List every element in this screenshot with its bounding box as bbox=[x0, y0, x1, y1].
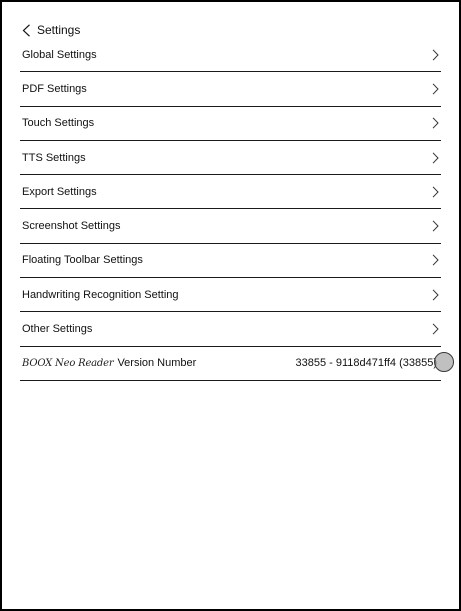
settings-item-floating-toolbar[interactable]: Floating Toolbar Settings bbox=[20, 244, 441, 279]
settings-item-pdf[interactable]: PDF Settings bbox=[20, 72, 441, 107]
settings-list: Global Settings PDF Settings Touch Setti… bbox=[20, 38, 454, 381]
app-brand-name: BOOX Neo Reader bbox=[22, 357, 114, 369]
settings-item-label: Touch Settings bbox=[22, 117, 95, 130]
version-value: 33855 - 9118d471ff4 (33855) bbox=[295, 357, 438, 370]
page-title: Settings bbox=[37, 23, 81, 37]
settings-item-other[interactable]: Other Settings bbox=[20, 312, 441, 347]
chevron-right-icon bbox=[432, 289, 439, 301]
settings-item-label: Global Settings bbox=[22, 48, 97, 61]
settings-item-label: Handwriting Recognition Setting bbox=[22, 288, 179, 301]
version-label: Version Number bbox=[117, 357, 197, 370]
chevron-right-icon bbox=[432, 323, 439, 335]
settings-item-tts[interactable]: TTS Settings bbox=[20, 141, 441, 176]
touch-point-indicator bbox=[434, 352, 454, 373]
settings-item-export[interactable]: Export Settings bbox=[20, 175, 441, 210]
settings-item-touch[interactable]: Touch Settings bbox=[20, 107, 441, 141]
chevron-right-icon bbox=[432, 186, 439, 198]
chevron-right-icon bbox=[432, 220, 439, 232]
chevron-right-icon bbox=[432, 117, 439, 129]
settings-item-label: Other Settings bbox=[22, 323, 93, 336]
settings-item-handwriting-recognition[interactable]: Handwriting Recognition Setting bbox=[20, 278, 441, 313]
chevron-right-icon bbox=[432, 151, 439, 164]
settings-item-label: TTS Settings bbox=[22, 151, 86, 164]
chevron-left-icon[interactable] bbox=[22, 23, 32, 37]
settings-item-label: Screenshot Settings bbox=[22, 220, 121, 233]
chevron-right-icon bbox=[432, 83, 439, 95]
chevron-right-icon bbox=[432, 49, 439, 61]
settings-item-screenshot[interactable]: Screenshot Settings bbox=[20, 209, 441, 244]
version-number-row: BOOX Neo Reader Version Number 33855 - 9… bbox=[20, 347, 454, 381]
settings-screen: Settings Global Settings PDF Settings To… bbox=[0, 0, 461, 611]
settings-item-label: Floating Toolbar Settings bbox=[22, 254, 143, 267]
settings-item-label: PDF Settings bbox=[22, 82, 87, 95]
chevron-right-icon bbox=[432, 254, 439, 266]
settings-item-label: Export Settings bbox=[22, 185, 97, 198]
back-navigation[interactable]: Settings bbox=[22, 22, 80, 38]
settings-item-global[interactable]: Global Settings bbox=[20, 38, 441, 73]
